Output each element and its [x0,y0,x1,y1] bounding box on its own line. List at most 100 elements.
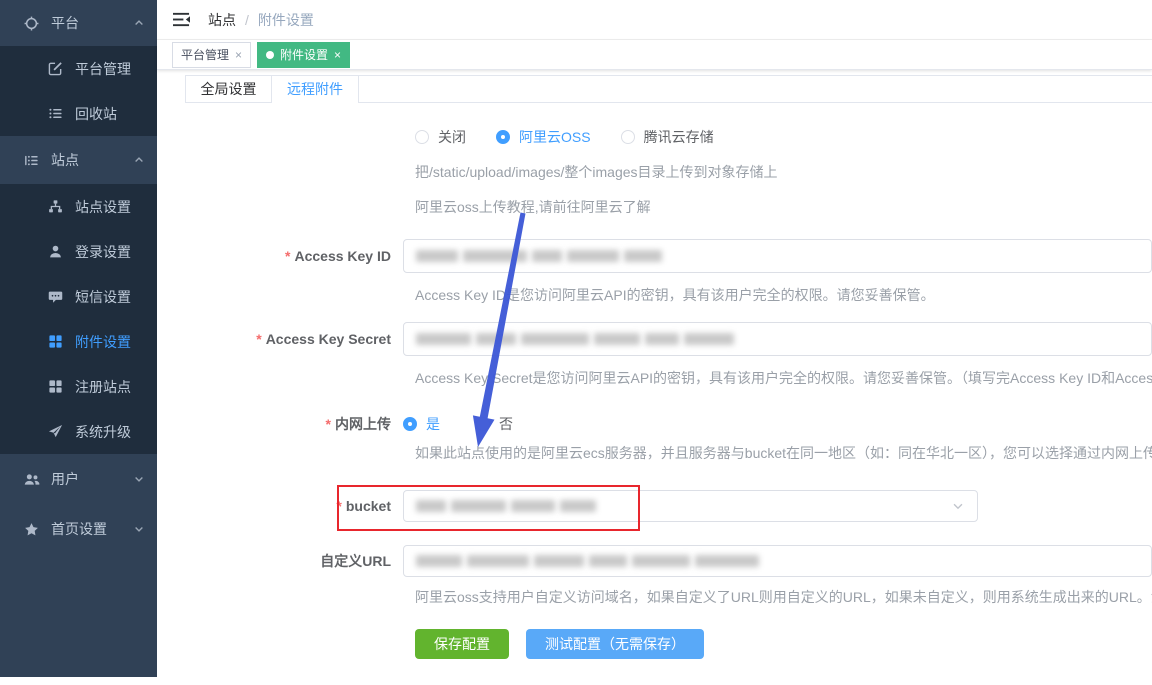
intranet-upload-label: *内网上传 [157,414,403,434]
send-icon [47,424,64,439]
intranet-upload-help: 如果此站点使用的是阿里云ecs服务器，并且服务器与bucket在同一地区（如：同… [415,444,1152,462]
radio-close[interactable]: 关闭 [415,127,466,147]
sidebar-item-site[interactable]: 站点 [0,136,157,184]
sidebar-item-site-settings[interactable]: 站点设置 [0,184,157,229]
aim-icon [23,16,40,31]
sidebar-item-platform-manage[interactable]: 平台管理 [0,46,157,91]
radio-circle [415,130,429,144]
radio-tencent-cos[interactable]: 腾讯云存储 [621,127,714,147]
access-key-secret-input[interactable] [403,322,1152,356]
access-key-id-input[interactable] [403,239,1152,273]
sidebar-item-users[interactable]: 用户 [0,454,157,504]
grid-icon [47,379,64,394]
breadcrumb: 站点 / 附件设置 [208,10,314,30]
grid-icon [47,334,64,349]
test-config-button[interactable]: 测试配置（无需保存） [526,629,704,659]
tag-label: 附件设置 [280,46,328,63]
redacted-value [416,250,662,262]
sidebar-submenu-site: 站点设置 登录设置 短信设置 附件设置 [0,184,157,454]
chevron-up-icon [133,17,145,29]
radio-label: 是 [426,414,440,434]
sidebar-item-homepage-settings[interactable]: 首页设置 [0,504,157,554]
sidebar-item-sms-settings[interactable]: 短信设置 [0,274,157,319]
sidebar-item-label: 站点设置 [75,197,131,217]
access-key-id-row: *Access Key ID [157,239,1152,273]
sidebar-item-recycle-bin[interactable]: 回收站 [0,91,157,136]
star-icon [23,522,40,537]
bucket-row: *bucket [157,490,1152,522]
message-icon [47,289,64,304]
radio-aliyun-oss[interactable]: 阿里云OSS [496,127,591,147]
close-icon[interactable]: × [334,48,341,62]
radio-intranet-no[interactable]: 否 [476,414,513,434]
radio-label: 否 [499,414,513,434]
list-icon [47,106,64,121]
access-key-id-help: Access Key ID是您访问阿里云API的密钥，具有该用户完全的权限。请您… [415,286,1152,304]
chevron-down-icon [951,499,965,513]
bucket-label: *bucket [157,498,403,514]
sidebar-item-label: 系统升级 [75,422,131,442]
chevron-down-icon [133,523,145,535]
custom-url-row: 自定义URL [157,545,1152,577]
tag-platform-manage[interactable]: 平台管理 × [172,42,251,68]
radio-label: 腾讯云存储 [644,127,714,147]
close-icon[interactable]: × [235,48,242,62]
user-icon [47,244,64,259]
sidebar-submenu-platform: 平台管理 回收站 [0,46,157,136]
access-key-secret-row: *Access Key Secret [157,322,1152,356]
menu-fold-icon[interactable] [172,11,191,28]
radio-label: 关闭 [438,127,466,147]
chevron-down-icon [133,473,145,485]
bucket-select[interactable] [403,490,978,522]
radio-label: 阿里云OSS [519,127,591,147]
redacted-value [416,333,734,345]
sidebar-item-label: 短信设置 [75,287,131,307]
save-config-button[interactable]: 保存配置 [415,629,509,659]
breadcrumb-attachment-settings: 附件设置 [258,10,314,30]
remote-attachment-form: 关闭 阿里云OSS 腾讯云存储 把/static/upload/images/整… [157,104,1152,677]
breadcrumb-site[interactable]: 站点 [208,10,236,30]
required-mark: * [326,416,331,432]
top-navbar: 站点 / 附件设置 [157,0,1152,40]
sidebar-item-register-site[interactable]: 注册站点 [0,364,157,409]
intranet-upload-row: *内网上传 是 否 [157,414,1152,434]
sidebar-item-attachment-settings[interactable]: 附件设置 [0,319,157,364]
access-key-secret-label: *Access Key Secret [157,331,403,347]
radio-circle [496,130,510,144]
access-key-secret-help: Access Key Secret是您访问阿里云API的密钥，具有该用户完全的权… [415,369,1152,387]
tag-label: 平台管理 [181,46,229,63]
sidebar-item-platform[interactable]: 平台 [0,0,157,46]
sidebar-item-label: 回收站 [75,104,117,124]
required-mark: * [256,331,261,347]
breadcrumb-separator: / [245,12,249,28]
chevron-up-icon [133,154,145,166]
sidebar: 平台 平台管理 回收站 站点 [0,0,157,677]
sidebar-item-label: 登录设置 [75,242,131,262]
custom-url-help: 阿里云oss支持用户自定义访问域名，如果自定义了URL则用自定义的URL，如果未… [415,588,1152,606]
redacted-value [416,500,596,512]
settings-tabs: 全局设置 远程附件 [185,75,1152,103]
custom-url-label: 自定义URL [157,551,403,571]
required-mark: * [336,498,341,514]
sidebar-item-label: 站点 [51,150,79,170]
radio-intranet-yes[interactable]: 是 [403,414,440,434]
sidebar-item-login-settings[interactable]: 登录设置 [0,229,157,274]
custom-url-input[interactable] [403,545,1152,577]
sidebar-item-label: 注册站点 [75,377,131,397]
edit-icon [47,61,64,76]
tutorial-tip: 阿里云oss上传教程,请前往阿里云了解 [415,198,1152,216]
radio-circle [621,130,635,144]
sidebar-item-label: 平台管理 [75,59,131,79]
radio-circle [403,417,417,431]
required-mark: * [285,248,290,264]
radio-circle [476,417,490,431]
tab-remote-attachment[interactable]: 远程附件 [272,76,359,102]
sidebar-item-label: 首页设置 [51,519,107,539]
tag-attachment-settings[interactable]: 附件设置 × [257,42,350,68]
sidebar-item-label: 附件设置 [75,332,131,352]
sidebar-item-system-upgrade[interactable]: 系统升级 [0,409,157,454]
tab-global-settings[interactable]: 全局设置 [185,76,272,102]
active-dot [266,51,274,59]
users-icon [23,472,40,487]
app-window: 平台 平台管理 回收站 站点 [0,0,1152,685]
